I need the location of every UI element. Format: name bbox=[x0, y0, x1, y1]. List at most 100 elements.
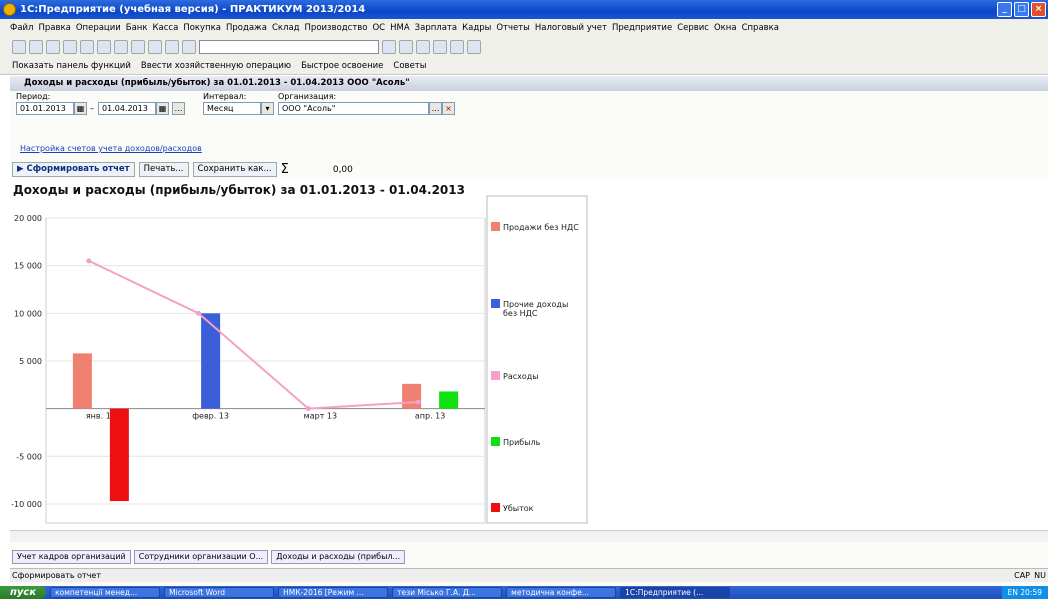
redo-icon[interactable] bbox=[165, 39, 179, 54]
print-icon[interactable] bbox=[114, 39, 128, 54]
undo-icon[interactable] bbox=[148, 39, 162, 54]
taskbar-item[interactable]: тези Місько Г.А. Д... bbox=[392, 587, 503, 598]
horizontal-scrollbar[interactable] bbox=[10, 530, 1048, 542]
bar bbox=[201, 313, 221, 409]
menu-item[interactable]: Покупка bbox=[183, 23, 221, 33]
x-tick-label: февр. 13 bbox=[192, 412, 229, 421]
clear-icon[interactable]: × bbox=[442, 102, 455, 115]
line-point bbox=[86, 258, 92, 264]
organization-select-button[interactable]: … bbox=[429, 102, 442, 115]
menu-item[interactable]: Кадры bbox=[462, 23, 491, 33]
info-icon[interactable] bbox=[416, 39, 430, 54]
new-icon[interactable] bbox=[12, 39, 26, 54]
report-actions: ▶ Сформировать отчет Печать... Сохранить… bbox=[10, 161, 1048, 178]
enter-operation-button[interactable]: Ввести хозяйственную операцию bbox=[141, 61, 291, 71]
x-tick-label: март 13 bbox=[304, 412, 337, 421]
window-tab[interactable]: Сотрудники организации О... bbox=[133, 550, 269, 564]
paste-icon[interactable] bbox=[97, 39, 111, 54]
show-panel-button[interactable]: Показать панель функций bbox=[12, 61, 131, 71]
save-icon[interactable] bbox=[46, 39, 60, 54]
status-text: Сформировать отчет bbox=[12, 571, 102, 580]
taskbar-item[interactable]: НМК-2016 [Режим ... bbox=[278, 587, 389, 598]
taskbar-item[interactable]: методична конфе... bbox=[506, 587, 617, 598]
bar bbox=[72, 353, 92, 409]
menu-item[interactable]: Продажа bbox=[226, 23, 267, 33]
copy-icon[interactable] bbox=[80, 39, 94, 54]
maximize-button[interactable]: □ bbox=[1014, 2, 1029, 17]
save-as-button[interactable]: Сохранить как... bbox=[192, 162, 277, 177]
start-button[interactable]: пуск bbox=[0, 586, 47, 599]
period-select-button[interactable]: … bbox=[172, 102, 185, 115]
close-button[interactable]: × bbox=[1031, 2, 1046, 17]
menu-item[interactable]: Операции bbox=[76, 23, 121, 33]
menu-item[interactable]: Производство bbox=[305, 23, 368, 33]
period-to-field[interactable]: 01.04.2013 bbox=[98, 102, 156, 115]
calendar-icon[interactable]: ▦ bbox=[74, 102, 87, 115]
period-dash: – bbox=[90, 104, 94, 113]
memory-icon[interactable] bbox=[467, 39, 481, 54]
taskbar-item[interactable]: компетенції менед... bbox=[50, 587, 161, 598]
open-icon[interactable] bbox=[29, 39, 43, 54]
bar bbox=[402, 383, 422, 409]
search-combo[interactable] bbox=[199, 39, 379, 54]
legend-box bbox=[486, 195, 588, 524]
taskbar-item[interactable]: 1С:Предприятие (... bbox=[620, 587, 731, 598]
y-tick-label: 20 000 bbox=[14, 214, 42, 223]
num-indicator: NU bbox=[1034, 571, 1046, 580]
find-icon[interactable] bbox=[182, 39, 196, 54]
menu-item[interactable]: Файл bbox=[10, 23, 33, 33]
taskbar: пуск компетенції менед... Microsoft Word Н… bbox=[0, 586, 1048, 599]
legend-swatch bbox=[491, 437, 500, 446]
sum-icon: Σ bbox=[280, 162, 289, 177]
taskbar-item[interactable]: Microsoft Word bbox=[164, 587, 275, 598]
print-button[interactable]: Печать... bbox=[138, 162, 189, 177]
menu-item[interactable]: Окна bbox=[714, 23, 737, 33]
menu-item[interactable]: Справка bbox=[742, 23, 779, 33]
menu-item[interactable]: Предприятие bbox=[612, 23, 672, 33]
income-chart: 20 00015 00010 0005 000-5 000-10 000янв.… bbox=[11, 195, 588, 524]
legend-label: Прибыль bbox=[503, 438, 541, 447]
menu-item[interactable]: Правка bbox=[38, 23, 70, 33]
cut-icon[interactable] bbox=[63, 39, 77, 54]
line-point bbox=[415, 399, 421, 405]
legend-label: Продажи без НДС bbox=[503, 223, 579, 232]
menu-item[interactable]: Налоговый учет bbox=[535, 23, 607, 33]
report-area: Доходы и расходы (прибыль/убыток) за 01.… bbox=[10, 180, 1048, 530]
tips-button[interactable]: Советы bbox=[393, 61, 426, 71]
filter-clear-icon[interactable] bbox=[399, 39, 413, 54]
window-tab[interactable]: Доходы и расходы (прибыл... bbox=[271, 550, 406, 564]
main-toolbar bbox=[0, 36, 1048, 57]
menu-item[interactable]: Касса bbox=[153, 23, 179, 33]
menu-item[interactable]: ОС bbox=[372, 23, 385, 33]
calculator-icon[interactable] bbox=[450, 39, 464, 54]
functions-toolbar: Показать панель функций Ввести хозяйстве… bbox=[0, 57, 1048, 75]
legend-swatch bbox=[491, 299, 500, 308]
legend-swatch bbox=[491, 503, 500, 512]
window-tab[interactable]: Учет кадров организаций bbox=[12, 550, 131, 564]
filter-icon[interactable] bbox=[382, 39, 396, 54]
period-label: Период: bbox=[16, 92, 51, 101]
menu-item[interactable]: Склад bbox=[272, 23, 300, 33]
caps-indicator: CAP bbox=[1014, 571, 1030, 580]
y-tick-label: 5 000 bbox=[19, 357, 42, 366]
menu-item[interactable]: Банк bbox=[126, 23, 148, 33]
chevron-down-icon[interactable]: ▾ bbox=[261, 102, 274, 115]
interval-select[interactable]: Месяц bbox=[203, 102, 261, 115]
menu-bar: Файл Правка Операции Банк Касса Покупка Продаж… bbox=[0, 19, 1048, 36]
quick-learn-button[interactable]: Быстрое освоение bbox=[301, 61, 383, 71]
menu-item[interactable]: Отчеты bbox=[496, 23, 530, 33]
organization-field[interactable]: ООО "Асоль" bbox=[278, 102, 429, 115]
period-from-field[interactable]: 01.01.2013 bbox=[16, 102, 74, 115]
settings-link[interactable]: Настройка счетов учета доходов/расходов bbox=[20, 144, 202, 153]
calendar-icon[interactable]: ▦ bbox=[156, 102, 169, 115]
minimize-button[interactable]: _ bbox=[997, 2, 1012, 17]
interval-label: Интервал: bbox=[203, 92, 247, 101]
legend-label: без НДС bbox=[503, 309, 538, 318]
menu-item[interactable]: НМА bbox=[390, 23, 410, 33]
bar bbox=[109, 408, 129, 502]
preview-icon[interactable] bbox=[131, 39, 145, 54]
menu-item[interactable]: Зарплата bbox=[415, 23, 457, 33]
menu-item[interactable]: Сервис bbox=[677, 23, 709, 33]
calendar-icon[interactable] bbox=[433, 39, 447, 54]
generate-report-button[interactable]: ▶ Сформировать отчет bbox=[12, 162, 135, 177]
